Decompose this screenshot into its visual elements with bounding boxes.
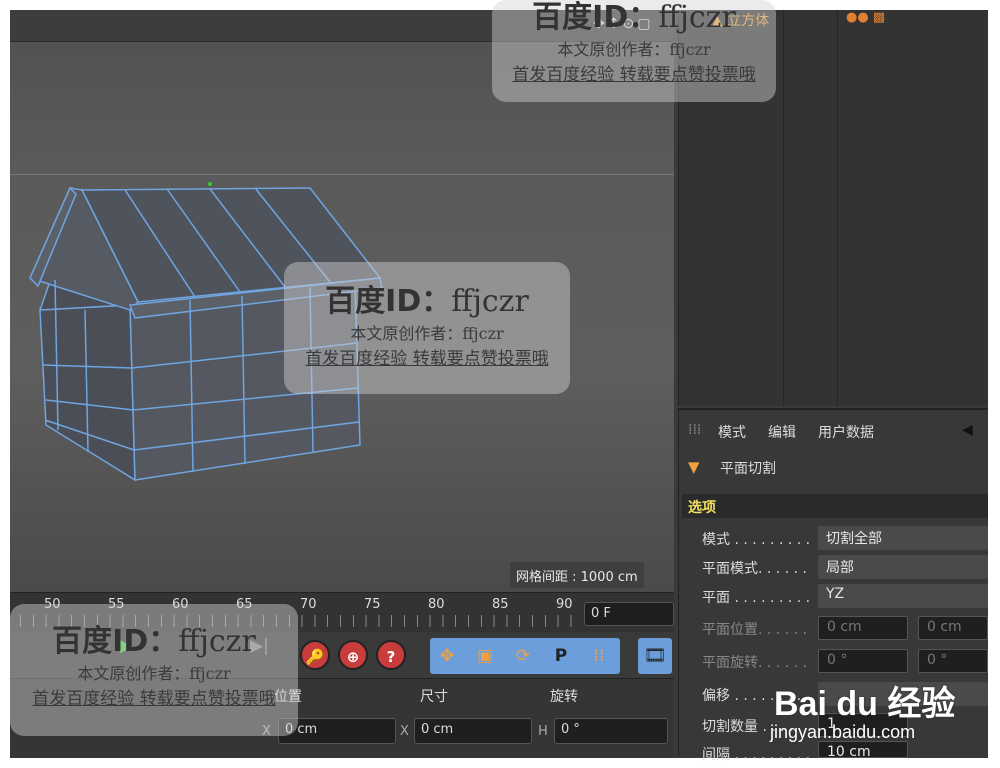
move-key-icon[interactable]: ✥	[432, 641, 462, 671]
param-label: 平面 . . . . . . . . .	[702, 590, 811, 606]
scale-key-icon[interactable]: ▣	[470, 641, 500, 671]
watermark-title: 百度ID：	[52, 624, 179, 659]
watermark-author: 本文原创作者：ffjczr	[557, 40, 711, 59]
options-tab[interactable]: 选项	[682, 494, 988, 518]
rotation-h-field[interactable]: 0 °	[554, 718, 668, 744]
plane-dropdown[interactable]: YZ	[818, 584, 988, 608]
mode-dropdown[interactable]: 切割全部	[818, 526, 988, 550]
timeline-tick: 85	[492, 597, 509, 612]
watermark-top: 百度ID：ffjczr 本文原创作者：ffjczr 首发百度经验 转载要点赞投票…	[492, 0, 776, 102]
auto-key-button[interactable]: ⊕	[338, 640, 368, 670]
watermark-user: ffjczr	[658, 0, 736, 35]
keyframe-selection-button[interactable]: ?	[376, 640, 406, 670]
baidu-logo-text: Bai du 经验	[774, 685, 956, 723]
tool-title: 平面切割	[720, 461, 776, 477]
record-key-button[interactable]: 🔑	[300, 640, 330, 670]
material-tag-icon[interactable]: ●● ▩	[846, 10, 885, 25]
plane-position-field[interactable]: 0 cm	[818, 616, 908, 640]
watermark-author: 本文原创作者：ffjczr	[77, 664, 231, 683]
pla-key-icon[interactable]: ⁞⁞	[584, 641, 614, 671]
attribute-menu: ⁞⁞⁞ 模式 编辑 用户数据 ◀	[678, 416, 988, 446]
size-header: 尺寸	[420, 689, 448, 705]
menu-edit[interactable]: 编辑	[768, 422, 796, 442]
menu-mode[interactable]: 模式	[718, 422, 746, 442]
timeline-tick: 80	[428, 597, 445, 612]
section-label: 选项	[688, 500, 716, 516]
param-label: 平面模式. . . . . .	[702, 561, 807, 577]
param-label: 平面旋转. . . . . .	[702, 655, 807, 671]
plane-rotation-field[interactable]: 0 °	[818, 649, 908, 673]
timeline-tick: 70	[300, 597, 317, 612]
watermark-note: 首发百度经验 转载要点赞投票哦	[512, 65, 756, 85]
watermark-title: 百度ID：	[325, 284, 452, 319]
watermark-note: 首发百度经验 转载要点赞投票哦	[32, 689, 276, 709]
watermark-bottom: 百度ID：ffjczr 本文原创作者：ffjczr 首发百度经验 转载要点赞投票…	[10, 604, 298, 736]
param-label: 模式 . . . . . . . . .	[702, 532, 811, 548]
visibility-column	[786, 10, 838, 406]
grid-spacing-label: 网格间距 : 1000 cm	[510, 562, 644, 588]
param-label: 平面位置. . . . . .	[702, 622, 807, 638]
grip-icon: ⁞⁞⁞	[688, 422, 702, 438]
rotate-key-icon[interactable]: ⟳	[508, 641, 538, 671]
timeline-tick: 75	[364, 597, 381, 612]
plane-cut-icon: ▼	[688, 458, 700, 476]
param-key-icon[interactable]: P	[546, 641, 576, 671]
watermark-user: ffjczr	[451, 284, 529, 319]
back-arrow-icon[interactable]: ◀	[962, 422, 973, 438]
plane-position-field-2[interactable]: 0 cm	[918, 616, 988, 640]
size-x-field[interactable]: 0 cm	[414, 718, 532, 744]
axis-label: H	[538, 724, 548, 739]
axis-label: X	[400, 724, 409, 739]
timeline-tick: 90	[556, 597, 573, 612]
baidu-jingyan-logo: Bai du 经验 jingyan.baidu.com	[768, 672, 978, 748]
watermark-center: 百度ID：ffjczr 本文原创作者：ffjczr 首发百度经验 转载要点赞投票…	[284, 262, 570, 394]
watermark-title: 百度ID：	[532, 0, 659, 35]
menu-user-data[interactable]: 用户数据	[818, 422, 874, 442]
film-icon[interactable]: 🎞	[638, 638, 672, 674]
current-frame-field[interactable]: 0 F	[584, 602, 674, 626]
key-tools-group: ✥ ▣ ⟳ P ⁞⁞	[430, 638, 620, 674]
watermark-note: 首发百度经验 转载要点赞投票哦	[305, 349, 549, 369]
rotation-header: 旋转	[550, 689, 578, 705]
tool-title-row: ▼ 平面切割	[678, 452, 988, 486]
watermark-author: 本文原创作者：ffjczr	[350, 324, 504, 343]
watermark-user: ffjczr	[178, 624, 256, 659]
plane-rotation-field-2[interactable]: 0 °	[918, 649, 988, 673]
plane-mode-dropdown[interactable]: 局部	[818, 555, 988, 579]
baidu-url: jingyan.baidu.com	[770, 722, 916, 742]
